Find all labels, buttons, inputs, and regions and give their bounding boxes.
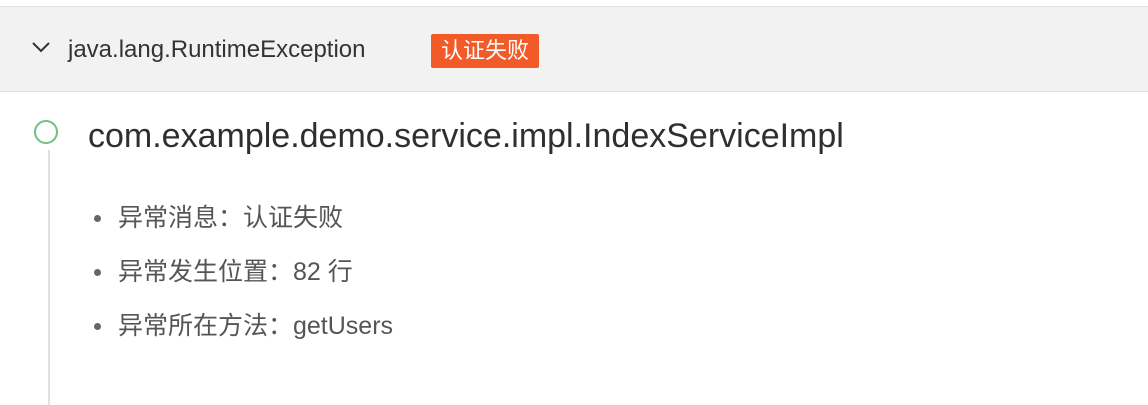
detail-text: 异常所在方法：getUsers (118, 312, 394, 340)
bullet-icon (94, 269, 101, 276)
timeline-line (48, 150, 50, 405)
detail-text: 异常发生位置：82 行 (118, 258, 353, 286)
detail-item-method: 异常所在方法：getUsers (92, 306, 393, 360)
chevron-down-icon[interactable] (31, 40, 51, 54)
exception-panel: java.lang.RuntimeException 认证失败 com.exam… (0, 0, 1148, 405)
stack-class-name: com.example.demo.service.impl.IndexServi… (88, 117, 844, 155)
exception-badge: 认证失败 (431, 34, 540, 68)
timeline-node-icon (34, 120, 58, 144)
bullet-icon (94, 323, 101, 330)
detail-item-message: 异常消息：认证失败 (92, 198, 393, 252)
exception-header[interactable]: java.lang.RuntimeException 认证失败 (0, 6, 1148, 92)
detail-text: 异常消息：认证失败 (118, 204, 344, 232)
exception-details-list: 异常消息：认证失败 异常发生位置：82 行 异常所在方法：getUsers (92, 198, 393, 360)
bullet-icon (94, 215, 101, 222)
detail-item-location: 异常发生位置：82 行 (92, 252, 393, 306)
exception-type: java.lang.RuntimeException (68, 36, 366, 63)
